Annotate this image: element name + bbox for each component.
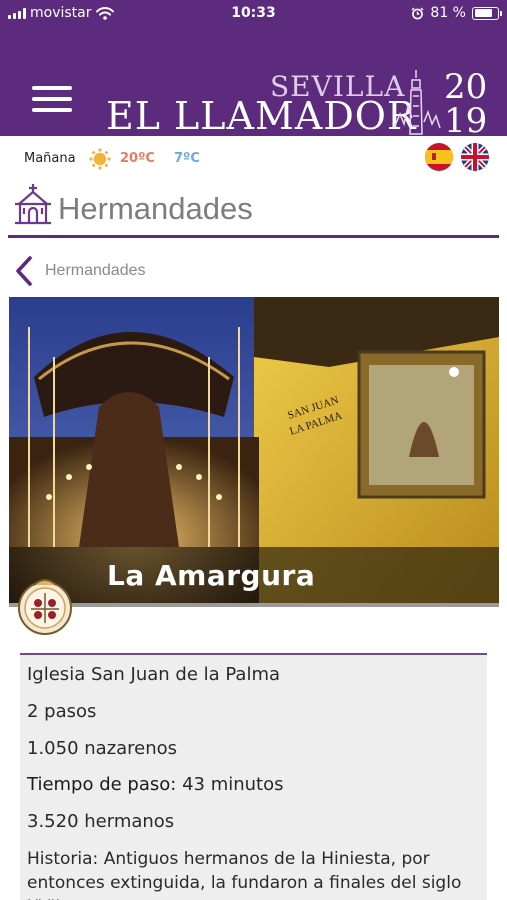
app-header: movistar 10:33 81 % SEVILLA EL LLAMADOR (0, 0, 507, 141)
tiempo-de-paso: Tiempo de paso: 43 minutos (27, 774, 284, 796)
alarm-icon (411, 7, 424, 19)
weather-day-label: Mañana (24, 151, 76, 166)
battery-percent: 81 % (430, 5, 466, 21)
hamburger-icon (32, 86, 72, 90)
brotherhood-crest-icon (18, 579, 72, 635)
church-icon (15, 184, 51, 225)
brotherhood-info-card: Iglesia San Juan de la Palma 2 pasos 1.0… (20, 653, 487, 900)
back-label: Hermandades (45, 262, 146, 279)
brand-year-top: 20 (444, 67, 488, 107)
sun-icon (89, 148, 111, 170)
page-title: Hermandades (58, 191, 253, 226)
hero-bottom-strip (9, 603, 499, 607)
pasos-count: 2 pasos (27, 701, 97, 722)
giralda-tower-icon (393, 70, 441, 135)
battery-icon (472, 6, 502, 20)
battery-fill (474, 9, 493, 17)
tiempo-value: 43 minutos (182, 774, 284, 795)
es-flag-icon[interactable] (425, 143, 453, 171)
temp-low: 7ºC (174, 151, 200, 166)
brotherhood-name: La Amargura (107, 559, 316, 592)
temp-high: 20ºC (120, 151, 155, 166)
historia-paragraph: Historia: Antiguos hermanos de la Hinies… (27, 847, 483, 900)
hero-caption: La Amargura (9, 547, 499, 603)
historia-label: Historia: (27, 849, 99, 869)
brotherhood-photo: SAN JUAN LA PALMA La Amargura (9, 297, 499, 607)
back-button[interactable]: Hermandades (12, 254, 172, 288)
chevron-left-icon (16, 256, 32, 286)
menu-button[interactable] (32, 86, 72, 112)
title-divider (8, 235, 499, 238)
brand-year-bottom: 19 (444, 101, 488, 141)
church-name: Iglesia San Juan de la Palma (27, 664, 281, 685)
status-right: 81 % (411, 5, 502, 21)
hermanos-count: 3.520 hermanos (27, 811, 175, 832)
status-bar: movistar 10:33 81 % (0, 0, 507, 28)
nazarenos-count: 1.050 nazarenos (27, 738, 178, 759)
tiempo-label: Tiempo de paso: (27, 774, 177, 795)
uk-flag-icon[interactable] (461, 143, 489, 171)
brand-name: EL LLAMADOR (106, 94, 417, 138)
